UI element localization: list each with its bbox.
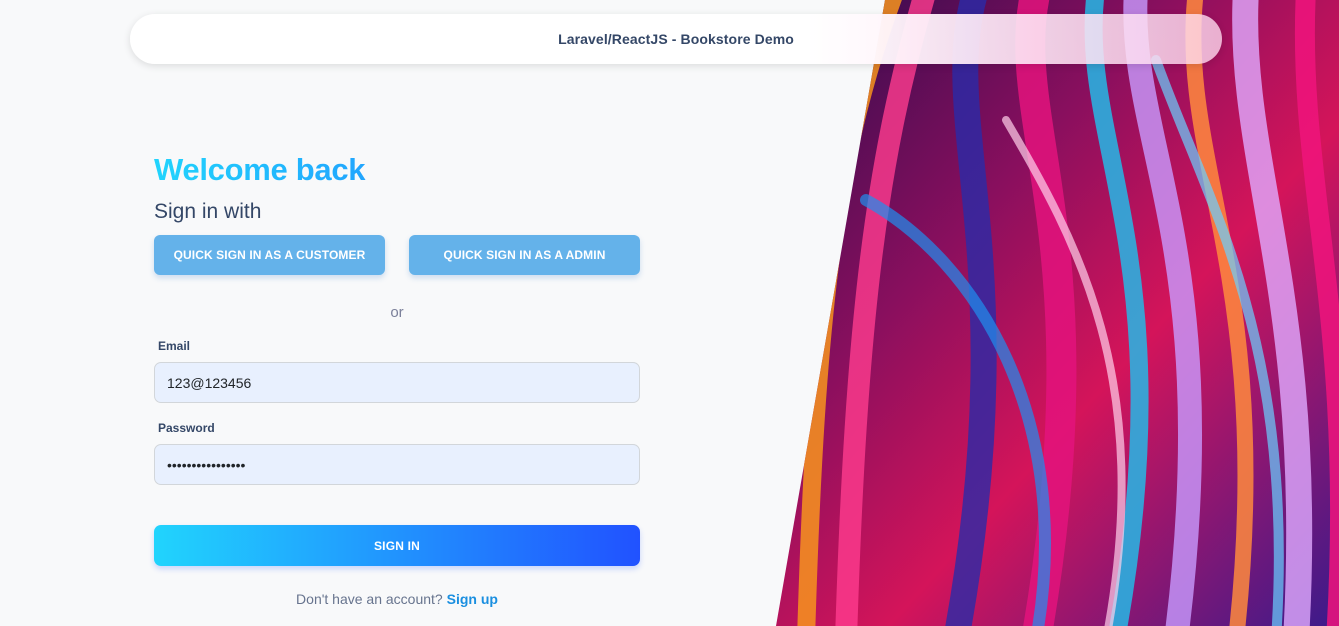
background-art-image <box>776 0 1339 626</box>
no-account-text: Don't have an account? <box>296 591 443 607</box>
quick-sign-in-customer-button[interactable]: QUICK SIGN IN AS A CUSTOMER <box>154 235 385 275</box>
sign-up-link[interactable]: Sign up <box>447 591 498 607</box>
sign-in-page: Laravel/ReactJS - Bookstore Demo Welcome… <box>0 0 1339 626</box>
password-input[interactable] <box>154 444 640 485</box>
quick-sign-in-row: QUICK SIGN IN AS A CUSTOMER QUICK SIGN I… <box>154 235 640 275</box>
email-label: Email <box>158 339 191 353</box>
quick-sign-in-admin-button[interactable]: QUICK SIGN IN AS A ADMIN <box>409 235 640 275</box>
sign-in-with-heading: Sign in with <box>154 200 262 223</box>
navbar-brand[interactable]: Laravel/ReactJS - Bookstore Demo <box>558 31 794 47</box>
sign-in-button[interactable]: SIGN IN <box>154 525 640 566</box>
sign-in-form: Welcome back Sign in with QUICK SIGN IN … <box>154 150 640 607</box>
top-navbar: Laravel/ReactJS - Bookstore Demo <box>130 14 1222 64</box>
page-title: Welcome back <box>154 150 640 190</box>
password-label: Password <box>158 421 215 435</box>
or-divider: or <box>390 304 404 321</box>
signup-prompt: Don't have an account? Sign up <box>154 591 640 607</box>
email-input[interactable] <box>154 362 640 403</box>
